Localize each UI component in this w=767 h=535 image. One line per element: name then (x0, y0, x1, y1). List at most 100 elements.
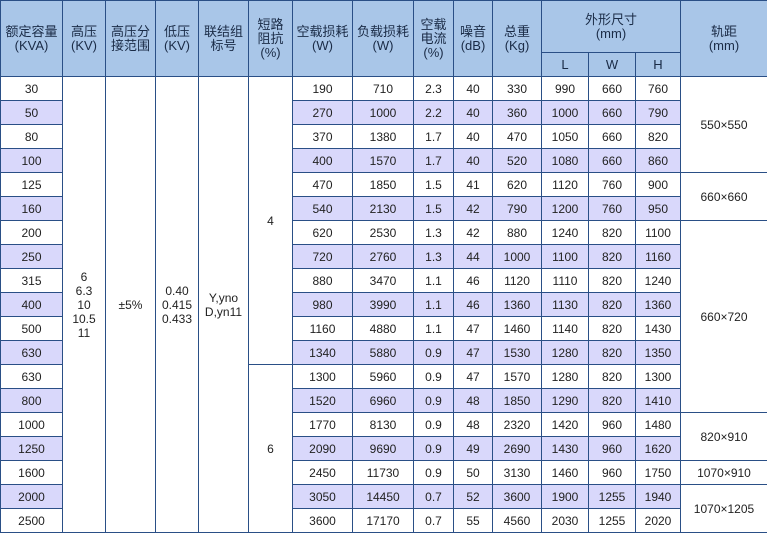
header-lv: 低压 (KV) (155, 0, 199, 77)
cell-dim-l: 1080 (541, 148, 589, 173)
cell-capacity: 1600 (0, 460, 63, 485)
cell-noise: 40 (453, 100, 493, 125)
cell-noise: 42 (453, 196, 493, 221)
cell-no-load-loss: 880 (292, 268, 353, 293)
cell-no-load-loss: 190 (292, 76, 353, 101)
cell-dim-w: 820 (588, 340, 636, 365)
cell-capacity: 160 (0, 196, 63, 221)
cell-impedance-value: 4 (248, 76, 293, 365)
cell-noise: 46 (453, 292, 493, 317)
cell-capacity: 80 (0, 124, 63, 149)
header-no-load-current: 空载 电流 (%) (413, 0, 454, 77)
cell-dim-w: 760 (588, 172, 636, 197)
cell-noise: 50 (453, 460, 493, 485)
cell-dim-l: 1280 (541, 340, 589, 365)
cell-no-load-current: 2.3 (413, 76, 454, 101)
cell-gauge: 1070×910 (680, 460, 767, 485)
cell-capacity: 250 (0, 244, 63, 269)
cell-dim-l: 2030 (541, 508, 589, 533)
cell-gauge: 660×720 (680, 220, 767, 413)
cell-dim-h: 1160 (635, 244, 681, 269)
cell-dim-l: 1430 (541, 436, 589, 461)
cell-capacity: 125 (0, 172, 63, 197)
cell-load-loss: 2760 (352, 244, 414, 269)
header-tap-range: 高压分 接范围 (105, 0, 156, 77)
cell-no-load-current: 1.1 (413, 292, 454, 317)
cell-no-load-loss: 470 (292, 172, 353, 197)
cell-dim-h: 1350 (635, 340, 681, 365)
cell-no-load-current: 1.3 (413, 220, 454, 245)
cell-noise: 47 (453, 364, 493, 389)
cell-impedance-value: 6 (248, 364, 293, 533)
cell-dim-w: 820 (588, 364, 636, 389)
cell-dim-h: 1100 (635, 220, 681, 245)
cell-capacity: 1000 (0, 412, 63, 437)
cell-no-load-current: 1.7 (413, 148, 454, 173)
cell-no-load-loss: 1300 (292, 364, 353, 389)
cell-dim-w: 820 (588, 316, 636, 341)
cell-no-load-current: 1.1 (413, 268, 454, 293)
header-capacity: 额定容量 (KVA) (0, 0, 63, 77)
cell-dim-h: 1480 (635, 412, 681, 437)
cell-noise: 41 (453, 172, 493, 197)
cell-dim-w: 960 (588, 412, 636, 437)
header-dimensions: 外形尺寸 (mm) (541, 0, 681, 53)
cell-gauge: 1070×1205 (680, 484, 767, 533)
cell-weight: 1530 (492, 340, 542, 365)
cell-dim-h: 2020 (635, 508, 681, 533)
cell-no-load-current: 1.5 (413, 196, 454, 221)
cell-dim-h: 820 (635, 124, 681, 149)
cell-noise: 40 (453, 148, 493, 173)
cell-dim-w: 820 (588, 244, 636, 269)
cell-dim-w: 960 (588, 436, 636, 461)
cell-capacity: 200 (0, 220, 63, 245)
cell-dim-l: 1240 (541, 220, 589, 245)
header-load-loss: 负载损耗 (W) (352, 0, 414, 77)
cell-dim-w: 820 (588, 292, 636, 317)
cell-noise: 47 (453, 316, 493, 341)
cell-load-loss: 8130 (352, 412, 414, 437)
cell-dim-w: 660 (588, 124, 636, 149)
header-dim-h: H (635, 52, 681, 77)
table-row: 30 6 6.3 10 10.5 11 ±5% 0.40 0.415 0.433 Y,y… (0, 76, 767, 533)
cell-capacity: 100 (0, 148, 63, 173)
cell-dim-w: 820 (588, 388, 636, 413)
cell-load-loss: 1850 (352, 172, 414, 197)
cell-weight: 4560 (492, 508, 542, 533)
cell-load-loss: 3470 (352, 268, 414, 293)
table-body: 30 6 6.3 10 10.5 11 ±5% 0.40 0.415 0.433 Y,y… (0, 76, 767, 533)
cell-weight: 2320 (492, 412, 542, 437)
header-noise: 噪音 (dB) (453, 0, 493, 77)
cell-capacity: 630 (0, 364, 63, 389)
cell-dim-l: 1290 (541, 388, 589, 413)
cell-load-loss: 3990 (352, 292, 414, 317)
cell-no-load-loss: 980 (292, 292, 353, 317)
cell-no-load-loss: 3600 (292, 508, 353, 533)
cell-capacity: 2500 (0, 508, 63, 533)
cell-dim-h: 900 (635, 172, 681, 197)
cell-load-loss: 11730 (352, 460, 414, 485)
cell-dim-w: 820 (588, 220, 636, 245)
cell-dim-h: 950 (635, 196, 681, 221)
cell-noise: 52 (453, 484, 493, 509)
cell-no-load-current: 0.9 (413, 340, 454, 365)
cell-weight: 3600 (492, 484, 542, 509)
cell-dim-h: 1940 (635, 484, 681, 509)
cell-load-loss: 710 (352, 76, 414, 101)
header-hv: 高压 (KV) (62, 0, 106, 77)
cell-weight: 2690 (492, 436, 542, 461)
cell-weight: 1000 (492, 244, 542, 269)
cell-dim-l: 1200 (541, 196, 589, 221)
cell-weight: 1360 (492, 292, 542, 317)
cell-dim-h: 1360 (635, 292, 681, 317)
cell-dim-l: 1280 (541, 364, 589, 389)
cell-weight: 470 (492, 124, 542, 149)
cell-weight: 620 (492, 172, 542, 197)
cell-weight: 330 (492, 76, 542, 101)
table-header: 额定容量 (KVA) 高压 (KV) 高压分 接范围 低压 (KV) 联结组 标… (0, 0, 767, 77)
cell-noise: 40 (453, 124, 493, 149)
cell-no-load-loss: 1520 (292, 388, 353, 413)
cell-hv-values: 6 6.3 10 10.5 11 (62, 76, 106, 533)
cell-gauge: 660×660 (680, 172, 767, 221)
cell-dim-l: 990 (541, 76, 589, 101)
